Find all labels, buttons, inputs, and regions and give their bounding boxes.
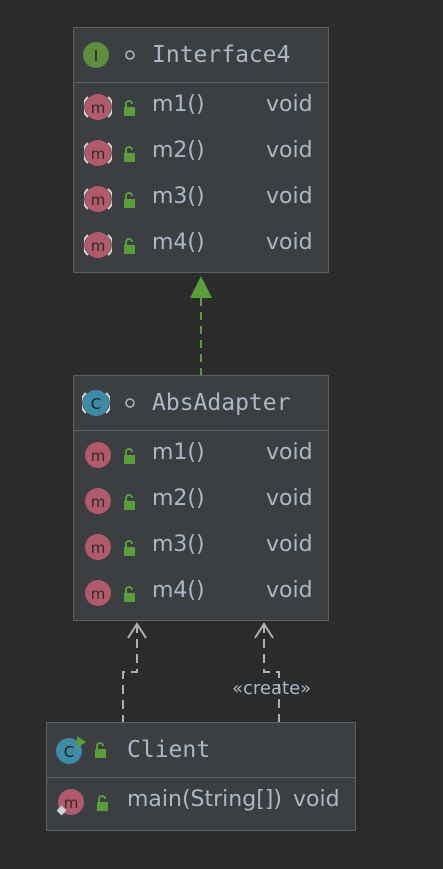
- svg-text:C: C: [91, 395, 101, 413]
- method-type: void: [266, 486, 313, 511]
- svg-text:m: m: [64, 794, 79, 812]
- public-lock-icon: [124, 146, 135, 162]
- method-type: void: [266, 138, 313, 163]
- svg-text:m: m: [91, 539, 106, 557]
- method-icon: m: [85, 488, 111, 514]
- create-edge: [254, 622, 280, 723]
- method-name: m4(): [152, 230, 205, 255]
- method-name: m1(): [152, 92, 205, 117]
- abstract-method-icon: m: [84, 186, 112, 212]
- public-lock-icon: [124, 238, 135, 254]
- method-name: m2(): [152, 486, 205, 511]
- svg-text:m: m: [91, 99, 106, 117]
- method-row[interactable]: m m3() void: [74, 175, 328, 221]
- method-row[interactable]: m m4() void: [74, 221, 328, 267]
- client-header: C Client: [47, 723, 355, 778]
- abstract-method-icon: m: [84, 140, 112, 166]
- method-name: m2(): [152, 138, 205, 163]
- method-name: m4(): [152, 578, 205, 603]
- public-lock-icon: [124, 192, 135, 208]
- dependency-edge-left: [122, 622, 147, 723]
- method-name: m1(): [152, 440, 205, 465]
- public-lock-icon: [97, 795, 108, 811]
- implements-edge: [190, 276, 212, 376]
- abstract-method-icon: m: [84, 94, 112, 120]
- method-row[interactable]: m m2() void: [74, 477, 328, 523]
- method-type: void: [266, 440, 313, 465]
- method-row[interactable]: m m1() void: [74, 83, 328, 129]
- client-node[interactable]: C Client m main(String[]) void: [46, 722, 356, 831]
- runnable-class-icon: C: [56, 736, 86, 764]
- method-name: m3(): [152, 184, 205, 209]
- package-private-icon: [125, 50, 135, 60]
- method-row[interactable]: m m2() void: [74, 129, 328, 175]
- method-icon: m: [85, 442, 111, 468]
- method-type: void: [266, 92, 313, 117]
- method-icon: m: [85, 534, 111, 560]
- public-lock-icon: [124, 100, 135, 116]
- method-type: void: [266, 184, 313, 209]
- implements-arrowhead: [190, 276, 212, 298]
- public-lock-icon: [124, 494, 135, 510]
- public-lock-icon: [124, 540, 135, 556]
- public-lock-icon: [124, 586, 135, 602]
- public-lock-icon: [124, 448, 135, 464]
- method-type: void: [266, 578, 313, 603]
- method-type: void: [266, 230, 313, 255]
- absadapter-title: AbsAdapter: [152, 390, 291, 416]
- static-method-icon: m: [57, 789, 84, 816]
- method-row[interactable]: m main(String[]) void: [47, 778, 355, 824]
- svg-text:m: m: [91, 237, 106, 255]
- absadapter-methods: m m1() void m m2() void m m3() void m m4…: [74, 431, 328, 615]
- interface4-title: Interface4: [152, 42, 291, 68]
- absadapter-header: C AbsAdapter: [74, 376, 328, 431]
- method-type: void: [293, 787, 340, 812]
- interface-icon: I: [83, 42, 109, 68]
- create-label: «create»: [232, 678, 312, 699]
- interface4-methods: m m1() void m m2() void m m3() void m m4…: [74, 83, 328, 267]
- svg-text:I: I: [94, 47, 98, 65]
- abstract-method-icon: m: [84, 232, 112, 258]
- method-icon: m: [85, 580, 111, 606]
- svg-text:m: m: [91, 447, 106, 465]
- interface4-node[interactable]: I Interface4 m m1() void m m2() void m m…: [73, 27, 329, 273]
- abstract-class-icon: C: [82, 390, 110, 416]
- client-methods: m main(String[]) void: [47, 778, 355, 824]
- svg-text:m: m: [91, 585, 106, 603]
- method-type: void: [266, 532, 313, 557]
- method-name: main(String[]): [127, 787, 282, 812]
- svg-text:C: C: [64, 743, 74, 761]
- svg-text:m: m: [91, 493, 106, 511]
- method-name: m3(): [152, 532, 205, 557]
- svg-text:m: m: [91, 145, 106, 163]
- public-lock-icon: [95, 742, 106, 758]
- package-private-icon: [125, 398, 135, 408]
- absadapter-node[interactable]: C AbsAdapter m m1() void m m2() void m m…: [73, 375, 329, 621]
- method-row[interactable]: m m1() void: [74, 431, 328, 477]
- method-row[interactable]: m m3() void: [74, 523, 328, 569]
- client-title: Client: [127, 737, 211, 763]
- svg-text:m: m: [91, 191, 106, 209]
- method-row[interactable]: m m4() void: [74, 569, 328, 615]
- interface4-header: I Interface4: [74, 28, 328, 83]
